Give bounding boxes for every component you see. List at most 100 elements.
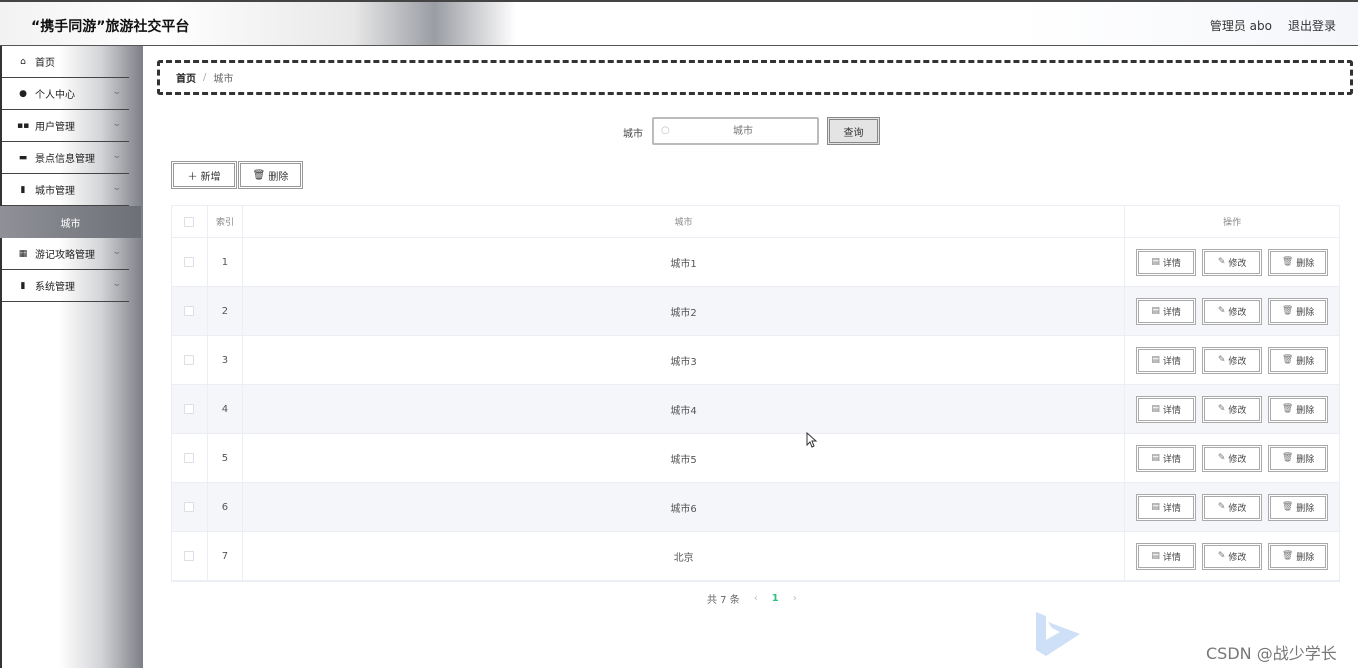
row-checkbox[interactable]: [184, 453, 195, 463]
row-checkbox[interactable]: [184, 551, 195, 561]
delete-label: 删除: [1296, 356, 1315, 367]
trash-icon: 🗑: [1281, 404, 1294, 414]
document-icon: ▤: [1151, 355, 1160, 365]
delete-button-label: 删除: [268, 171, 289, 183]
delete-button[interactable]: 🗑 删除: [1268, 346, 1329, 374]
sidebar-item-label: 景点信息管理: [35, 154, 95, 165]
header-user-area: 管理员 abo 退出登录: [1210, 17, 1336, 34]
delete-label: 删除: [1296, 552, 1315, 563]
detail-label: 详情: [1162, 258, 1181, 269]
row-actions: ▤ 详情 ✎ 修改 🗑 删除: [1125, 385, 1339, 433]
sidebar-item-user-management[interactable]: ▪▪ 用户管理 ⌄: [2, 110, 129, 142]
add-button[interactable]: ＋ 新增: [171, 161, 237, 189]
row-city: 城市3: [243, 336, 1126, 384]
edit-button[interactable]: ✎ 修改: [1202, 248, 1263, 276]
chevron-down-icon: ⌄: [111, 119, 123, 129]
delete-button[interactable]: 🗑 删除: [1268, 297, 1329, 325]
row-checkbox-cell: [172, 238, 208, 286]
sidebar-item-scenic-info[interactable]: ▬ 景点信息管理 ⌄: [2, 142, 129, 174]
sidebar-item-travel-notes[interactable]: ▦ 游记攻略管理 ⌄: [2, 238, 129, 270]
search-input[interactable]: [678, 122, 808, 140]
delete-button[interactable]: 🗑 删除: [1268, 395, 1329, 423]
detail-label: 详情: [1162, 307, 1181, 318]
detail-button[interactable]: ▤ 详情: [1136, 444, 1197, 472]
sidebar-item-home[interactable]: ⌂ 首页: [2, 46, 129, 78]
document-icon: ▤: [1151, 257, 1160, 267]
row-checkbox[interactable]: [184, 404, 195, 414]
briefcase-icon: ▬: [18, 152, 28, 163]
breadcrumb-current: 城市: [213, 74, 234, 85]
sidebar-subitem-city[interactable]: 城市: [0, 206, 141, 238]
chevron-down-icon: ⌄: [111, 279, 123, 289]
edit-button[interactable]: ✎ 修改: [1202, 297, 1263, 325]
row-actions: ▤ 详情 ✎ 修改 🗑 删除: [1125, 434, 1339, 482]
detail-button[interactable]: ▤ 详情: [1136, 248, 1197, 276]
edit-button[interactable]: ✎ 修改: [1202, 395, 1263, 423]
edit-button[interactable]: ✎ 修改: [1202, 542, 1263, 570]
delete-button[interactable]: 🗑 删除: [1268, 493, 1329, 521]
row-city: 北京: [243, 532, 1126, 580]
edit-button[interactable]: ✎ 修改: [1202, 346, 1263, 374]
row-checkbox[interactable]: [184, 502, 195, 512]
app-title: “携手同游”旅游社交平台: [31, 19, 190, 35]
trash-icon: 🗑: [1281, 551, 1294, 561]
chevron-down-icon: ⌄: [111, 87, 123, 97]
edit-label: 修改: [1228, 552, 1247, 563]
document-icon: ▤: [1151, 453, 1160, 463]
row-city: 城市1: [243, 238, 1126, 286]
edit-icon: ✎: [1217, 404, 1226, 414]
chevron-down-icon: ⌄: [111, 151, 123, 161]
row-actions: ▤ 详情 ✎ 修改 🗑 删除: [1125, 336, 1339, 384]
batch-delete-button[interactable]: 🗑 删除: [238, 161, 303, 189]
delete-button[interactable]: 🗑 删除: [1268, 444, 1329, 472]
edit-icon: ✎: [1217, 551, 1226, 561]
sidebar-item-system[interactable]: ▮ 系统管理 ⌄: [2, 270, 129, 302]
table-row: 4 城市4 ▤ 详情 ✎ 修改 🗑 删除: [172, 385, 1339, 434]
table-row: 5 城市5 ▤ 详情 ✎ 修改 🗑 删除: [172, 434, 1339, 483]
database-icon: ▮: [20, 184, 26, 195]
delete-button[interactable]: 🗑 删除: [1268, 542, 1329, 570]
row-index: 5: [208, 434, 243, 482]
row-checkbox[interactable]: [184, 355, 195, 365]
delete-label: 删除: [1296, 503, 1315, 514]
breadcrumb: 首页 / 城市: [157, 60, 1353, 95]
logout-link[interactable]: 退出登录: [1288, 17, 1336, 34]
sidebar-item-label: 城市管理: [35, 186, 75, 197]
search-field[interactable]: ○: [652, 117, 819, 145]
top-header: “携手同游”旅游社交平台 管理员 abo 退出登录: [0, 0, 1358, 46]
csdn-watermark: CSDN @战少学长: [1206, 644, 1337, 663]
table-header: 索引 城市 操作: [172, 206, 1339, 238]
row-city: 城市4: [243, 385, 1126, 433]
city-table: 索引 城市 操作 1 城市1 ▤ 详情 ✎ 修改 🗑 删除 2 城市2 ▤ 详情 ✎ 修改 🗑 删除 3 城市3 ▤…: [171, 205, 1340, 582]
select-all-checkbox[interactable]: [184, 216, 195, 227]
sidebar-item-city-management[interactable]: ▮ 城市管理 ⌄: [2, 174, 129, 206]
edit-icon: ✎: [1217, 502, 1226, 512]
edit-button[interactable]: ✎ 修改: [1202, 444, 1263, 472]
table-row: 3 城市3 ▤ 详情 ✎ 修改 🗑 删除: [172, 336, 1339, 385]
page-number-current[interactable]: 1: [772, 593, 779, 604]
row-checkbox[interactable]: [184, 306, 195, 316]
row-actions: ▤ 详情 ✎ 修改 🗑 删除: [1125, 483, 1339, 531]
breadcrumb-home[interactable]: 首页: [176, 70, 196, 85]
next-page-icon[interactable]: ›: [793, 593, 797, 604]
detail-button[interactable]: ▤ 详情: [1136, 395, 1197, 423]
detail-button[interactable]: ▤ 详情: [1136, 346, 1197, 374]
detail-button[interactable]: ▤ 详情: [1136, 297, 1197, 325]
admin-user-label[interactable]: 管理员 abo: [1210, 17, 1272, 34]
prev-page-icon[interactable]: ‹: [754, 593, 758, 604]
sidebar-item-label: 用户管理: [35, 122, 75, 133]
query-button[interactable]: 查询: [827, 117, 880, 145]
detail-button[interactable]: ▤ 详情: [1136, 493, 1197, 521]
delete-label: 删除: [1296, 454, 1315, 465]
apps-icon: ▦: [18, 248, 28, 259]
detail-label: 详情: [1162, 356, 1181, 367]
delete-button[interactable]: 🗑 删除: [1268, 248, 1329, 276]
sidebar-item-personal-center[interactable]: ● 个人中心 ⌄: [2, 78, 129, 110]
row-checkbox-cell: [172, 483, 208, 531]
edit-button[interactable]: ✎ 修改: [1202, 493, 1263, 521]
table-body: 1 城市1 ▤ 详情 ✎ 修改 🗑 删除 2 城市2 ▤ 详情 ✎ 修改 🗑 删除 3 城市3 ▤ 详情 ✎ 修改 🗑 删除 4…: [172, 238, 1339, 581]
detail-button[interactable]: ▤ 详情: [1136, 542, 1197, 570]
sidebar-item-label: 个人中心: [35, 90, 75, 101]
row-city: 城市2: [243, 287, 1126, 335]
row-checkbox[interactable]: [184, 257, 195, 267]
